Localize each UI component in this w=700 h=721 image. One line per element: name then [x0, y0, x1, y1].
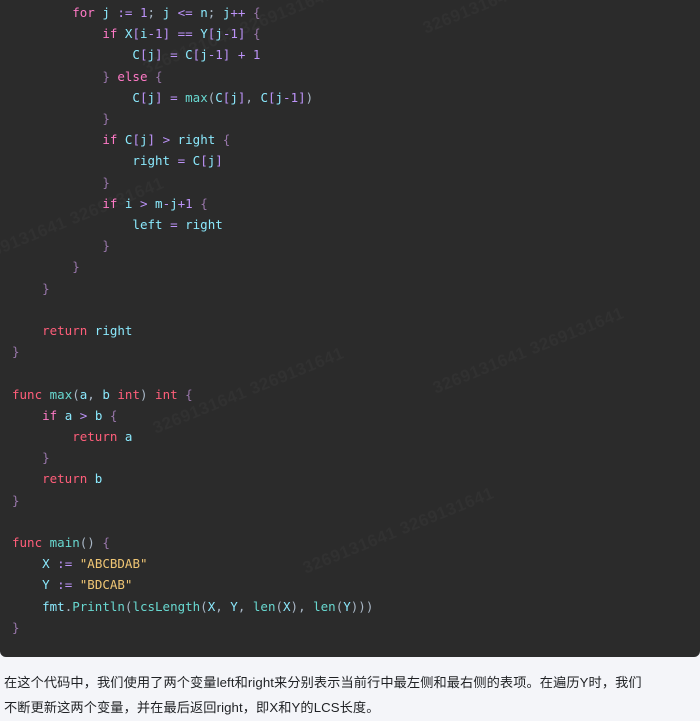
explanation-line-1: 在这个代码中，我们使用了两个变量left和right来分别表示当前行中最左侧和最…: [4, 675, 642, 690]
code-block[interactable]: 3269131641 3269131641 3269131641 3269131…: [0, 0, 700, 657]
code-content[interactable]: for j := 1; j <= n; j++ { if X[i-1] == Y…: [0, 2, 700, 638]
page-root: 3269131641 3269131641 3269131641 3269131…: [0, 0, 700, 721]
code-scroll-area[interactable]: for j := 1; j <= n; j++ { if X[i-1] == Y…: [0, 0, 700, 657]
explanation-line-2: 不断更新这两个变量，并在最后返回right，即X和Y的LCS长度。: [4, 700, 380, 715]
explanation-paragraph: 在这个代码中，我们使用了两个变量left和right来分别表示当前行中最左侧和最…: [0, 670, 700, 720]
